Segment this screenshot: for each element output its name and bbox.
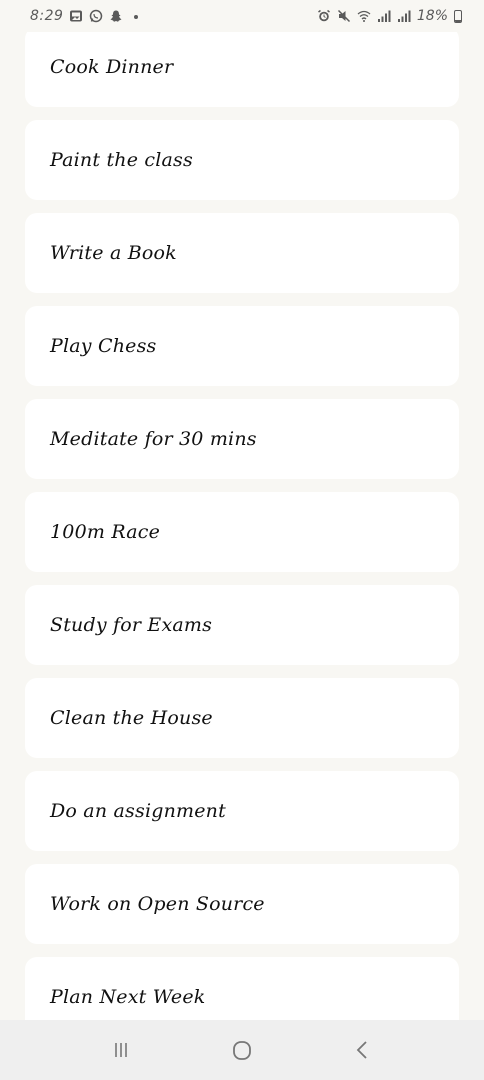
whatsapp-icon (89, 9, 103, 23)
status-bar-left: 8:29 (30, 8, 143, 24)
home-icon (233, 1041, 251, 1060)
task-card[interactable]: Paint the class (25, 120, 459, 200)
signal-icon (377, 9, 391, 23)
task-label: Work on Open Source (50, 893, 265, 915)
task-label: Do an assignment (50, 800, 226, 822)
alarm-icon (317, 9, 331, 23)
task-label: Paint the class (50, 149, 193, 171)
task-label: Play Chess (50, 335, 157, 357)
task-card[interactable]: Play Chess (25, 306, 459, 386)
task-card[interactable]: Meditate for 30 mins (25, 399, 459, 479)
task-label: Meditate for 30 mins (50, 428, 257, 450)
signal-icon (397, 9, 411, 23)
battery-fill (455, 19, 461, 22)
task-card[interactable]: Study for Exams (25, 585, 459, 665)
task-card[interactable]: Write a Book (25, 213, 459, 293)
navigation-bar (0, 1020, 484, 1080)
task-label: Study for Exams (50, 614, 213, 636)
task-card[interactable]: Cook Dinner (25, 27, 459, 107)
wifi-icon (357, 9, 371, 23)
mute-icon (337, 9, 351, 23)
status-time: 8:29 (30, 8, 64, 24)
status-bar-right: 18% (317, 8, 462, 24)
task-card[interactable]: Plan Next Week (25, 957, 459, 1020)
recent-apps-button[interactable] (91, 1030, 151, 1070)
task-label: Clean the House (50, 707, 213, 729)
task-card[interactable]: Work on Open Source (25, 864, 459, 944)
back-button[interactable] (333, 1030, 393, 1070)
back-icon (357, 1041, 367, 1059)
recent-apps-icon (114, 1043, 127, 1057)
gallery-icon (69, 9, 83, 23)
task-card[interactable]: Clean the House (25, 678, 459, 758)
status-bar: 8:29 18% (0, 0, 484, 32)
task-label: Write a Book (50, 242, 177, 264)
battery-icon (454, 9, 462, 23)
task-list: Cook Dinner Paint the class Write a Book Pl… (25, 27, 459, 1020)
task-label: Cook Dinner (50, 56, 174, 78)
task-card[interactable]: Do an assignment (25, 771, 459, 851)
dot-icon (129, 9, 143, 23)
battery-percent: 18% (416, 8, 448, 24)
task-card[interactable]: 100m Race (25, 492, 459, 572)
task-label: 100m Race (50, 521, 161, 543)
home-button[interactable] (212, 1030, 272, 1070)
task-label: Plan Next Week (50, 986, 206, 1008)
snapchat-icon (109, 9, 123, 23)
